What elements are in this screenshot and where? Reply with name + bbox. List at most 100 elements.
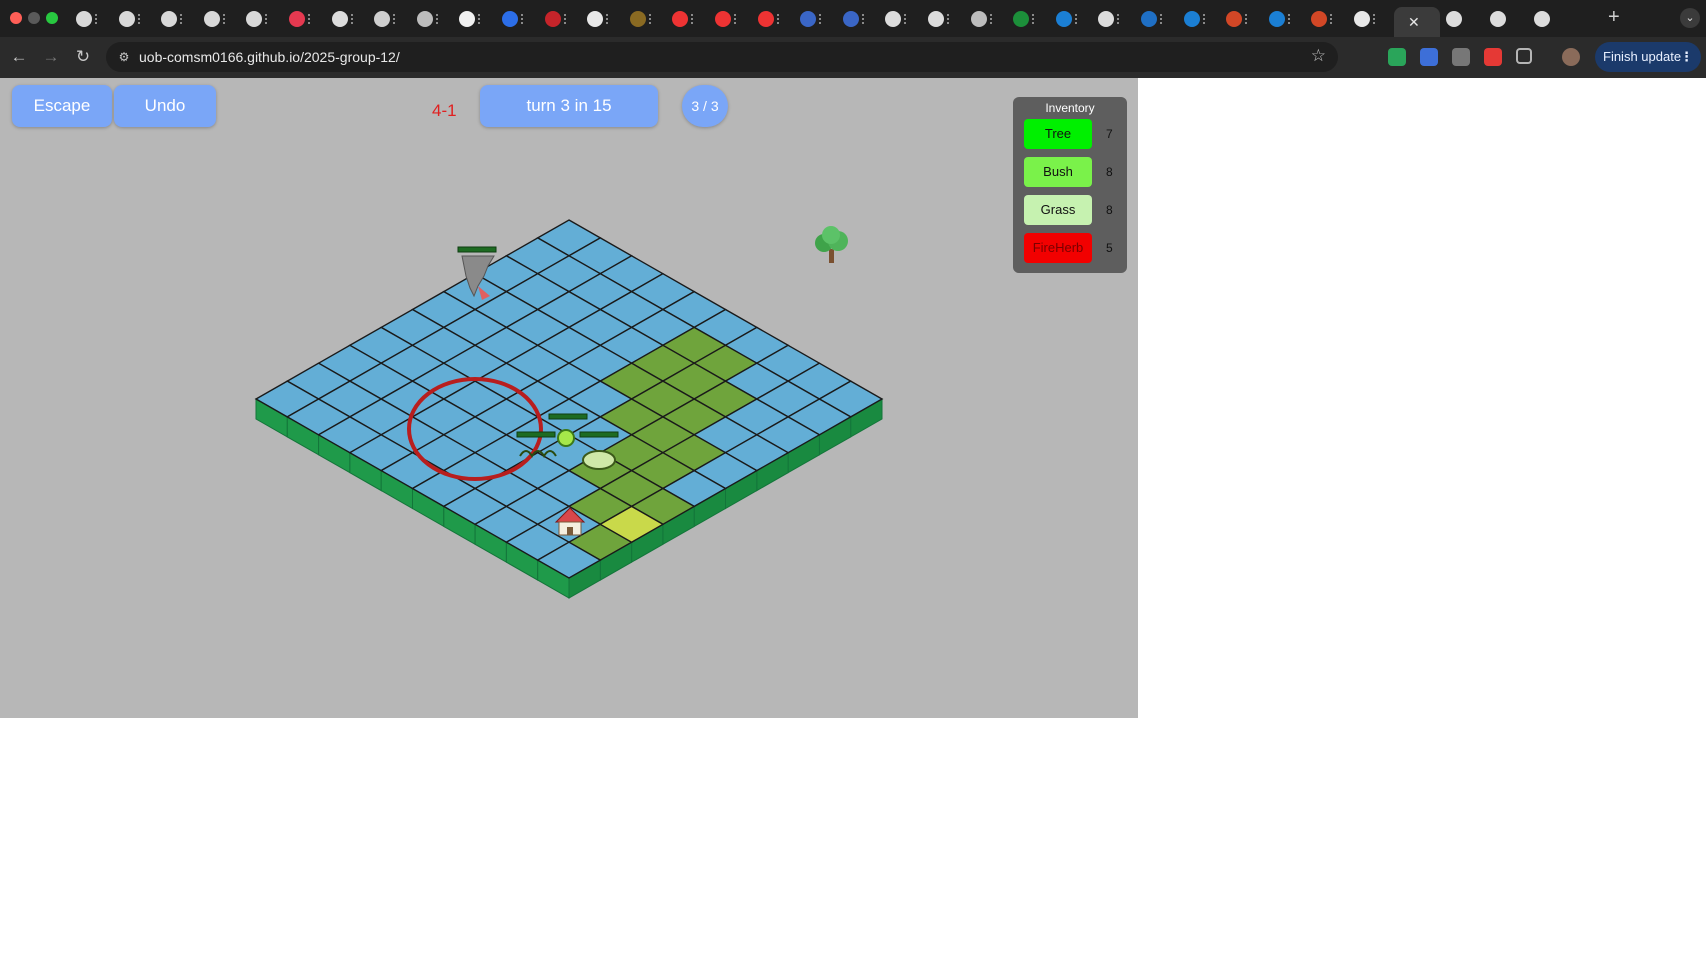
browser-tab[interactable] xyxy=(113,7,153,31)
address-bar[interactable]: ⚙ uob-comsm0166.github.io/2025-group-12/… xyxy=(106,42,1338,72)
browser-tab[interactable] xyxy=(624,7,664,31)
tab-separator xyxy=(393,14,398,24)
globe-tab-icon xyxy=(416,11,433,27)
inventory-panel: Inventory Tree 7 Bush 8 Grass 8 FireHerb… xyxy=(1013,97,1127,273)
w-tab-icon xyxy=(1013,11,1030,27)
js-tab-icon xyxy=(629,11,646,27)
browser-tab[interactable] xyxy=(240,7,280,31)
browser-tab[interactable] xyxy=(709,7,749,31)
tab-separator xyxy=(265,14,270,24)
forward-icon[interactable]: → xyxy=(40,46,62,68)
site-settings-icon[interactable]: ⚙ xyxy=(116,49,132,65)
back-icon[interactable]: ← xyxy=(8,46,30,68)
browser-tab[interactable] xyxy=(1007,7,1047,31)
tab-separator xyxy=(478,14,483,24)
extension-translate-icon[interactable] xyxy=(1420,48,1438,66)
browser-tab[interactable] xyxy=(155,7,195,31)
browser-tab[interactable] xyxy=(1263,7,1303,31)
bookmark-star-icon[interactable]: ☆ xyxy=(1311,46,1326,66)
bush-icon xyxy=(582,450,616,470)
tab-separator xyxy=(734,14,739,24)
tab-separator xyxy=(648,14,654,24)
browser-tab[interactable] xyxy=(965,7,1005,31)
tree-button[interactable]: Tree xyxy=(1024,119,1092,149)
globe-tab-icon xyxy=(970,11,987,27)
turn-counter[interactable]: turn 3 in 15 xyxy=(480,85,658,127)
tab-separator xyxy=(1032,14,1037,24)
chrome-tab-icon xyxy=(203,11,220,27)
tab-separator xyxy=(904,14,909,24)
browser-tab[interactable] xyxy=(368,7,408,31)
active-browser-tab[interactable]: ✕ xyxy=(1394,7,1440,37)
extension-camera-icon[interactable] xyxy=(1452,48,1470,66)
progress-badge[interactable]: 3 / 3 xyxy=(682,85,728,127)
browser-tab[interactable] xyxy=(666,7,706,31)
youtube-tab-icon xyxy=(757,11,774,27)
browser-tab[interactable] xyxy=(1305,7,1345,31)
browser-tab[interactable] xyxy=(453,7,493,31)
browser-tab[interactable] xyxy=(922,7,962,31)
game-canvas[interactable]: Escape Undo 4-1 turn 3 in 15 3 / 3 Inven… xyxy=(0,78,1138,718)
browser-tab[interactable] xyxy=(1135,7,1175,31)
fireherb-button[interactable]: FireHerb xyxy=(1024,233,1092,263)
tab-separator xyxy=(606,14,611,24)
inventory-title: Inventory xyxy=(1045,101,1095,115)
browser-tab[interactable] xyxy=(198,7,238,31)
fireherb-count: 5 xyxy=(1106,241,1113,255)
tab-separator xyxy=(1373,14,1378,24)
extension-youtube-icon[interactable] xyxy=(1484,48,1502,66)
grass-button[interactable]: Grass xyxy=(1024,195,1092,225)
browser-tab-strip: ✕ + ⌄ xyxy=(0,0,1706,37)
chrome-tab-icon xyxy=(76,11,92,27)
browser-tab[interactable] xyxy=(283,7,323,31)
github-tab-icon xyxy=(1098,11,1115,27)
close-window-icon[interactable] xyxy=(10,12,22,24)
chrome-tab-icon xyxy=(161,11,178,27)
browser-tab[interactable] xyxy=(539,7,579,31)
health-bar xyxy=(457,246,497,253)
isometric-board[interactable] xyxy=(0,78,1138,718)
powerpoint-tab-icon xyxy=(1226,11,1243,27)
browser-tab[interactable] xyxy=(879,7,919,31)
browser-tab[interactable] xyxy=(326,7,366,31)
github-tab-icon xyxy=(928,11,944,27)
finish-update-button[interactable]: Finish update ⋮ xyxy=(1595,42,1701,72)
escape-button[interactable]: Escape xyxy=(12,85,112,127)
url-text[interactable]: uob-comsm0166.github.io/2025-group-12/ xyxy=(139,49,400,65)
bush-count: 8 xyxy=(1106,165,1113,179)
browser-tab[interactable] xyxy=(70,7,110,31)
extensions-puzzle-icon[interactable] xyxy=(1516,48,1532,64)
new-tab-icon[interactable]: + xyxy=(1608,6,1620,29)
browser-tab[interactable] xyxy=(496,7,536,31)
minimize-window-icon[interactable] xyxy=(28,12,40,24)
browser-tab[interactable] xyxy=(1440,7,1480,31)
tab-separator xyxy=(861,14,867,24)
bush-button[interactable]: Bush xyxy=(1024,157,1092,187)
finish-update-label: Finish update xyxy=(1603,49,1682,64)
profile-avatar[interactable] xyxy=(1562,48,1580,66)
tab-search-icon[interactable]: ⌄ xyxy=(1680,8,1700,28)
reload-icon[interactable]: ↻ xyxy=(72,46,94,68)
undo-button[interactable]: Undo xyxy=(114,85,216,127)
extension-record-icon[interactable] xyxy=(1388,48,1406,66)
tab-separator xyxy=(1160,14,1165,24)
browser-tab[interactable] xyxy=(1050,7,1090,31)
browser-tab[interactable] xyxy=(794,7,834,31)
tab-separator xyxy=(1287,14,1293,24)
browser-tab[interactable] xyxy=(1092,7,1132,31)
close-tab-icon[interactable]: ✕ xyxy=(1408,14,1420,31)
browser-tab[interactable] xyxy=(1178,7,1218,31)
doc-tab-icon xyxy=(587,11,604,27)
browser-tab[interactable] xyxy=(1220,7,1260,31)
tree-top-icon xyxy=(822,226,840,244)
browser-tab[interactable] xyxy=(752,7,792,31)
more-menu-icon[interactable]: ⋮ xyxy=(1680,42,1693,72)
browser-tab[interactable] xyxy=(411,7,451,31)
tab-separator xyxy=(350,14,356,24)
browser-tab[interactable] xyxy=(1484,7,1524,31)
browser-tab[interactable] xyxy=(837,7,877,31)
browser-tab[interactable] xyxy=(1528,7,1568,31)
browser-tab[interactable] xyxy=(1348,7,1388,31)
browser-tab[interactable] xyxy=(581,7,621,31)
zoom-window-icon[interactable] xyxy=(46,12,58,24)
